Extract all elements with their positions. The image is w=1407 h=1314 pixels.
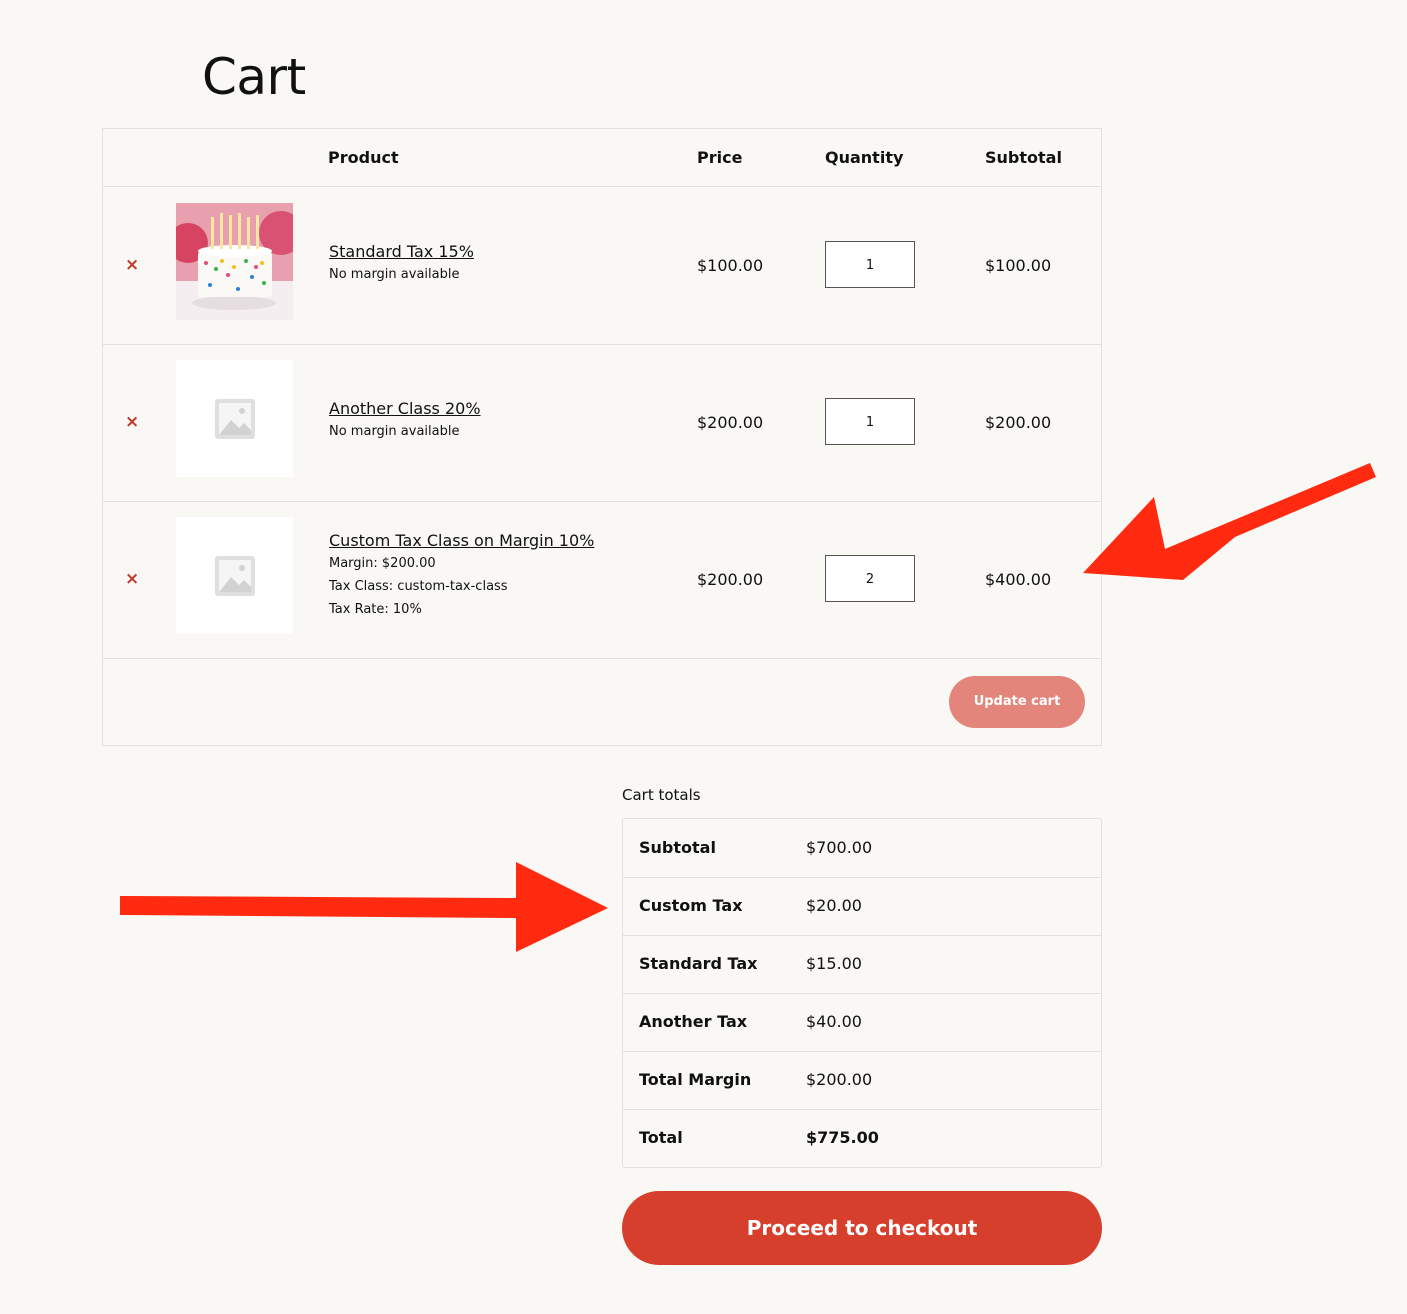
totals-label: Another Tax [639,1012,748,1031]
totals-row-total: Total $775.00 [623,1109,1101,1167]
product-info: Custom Tax Class on Margin 10% Margin: $… [329,531,594,625]
product-name-link[interactable]: Custom Tax Class on Margin 10% [329,531,594,550]
price-cell: $200.00 [697,570,764,589]
subtotal-cell: $400.00 [985,570,1052,589]
totals-label: Custom Tax [639,896,743,915]
totals-label: Subtotal [639,838,716,857]
product-meta-tax-class: Tax Class: custom-tax-class [329,579,508,594]
product-name-link[interactable]: Another Class 20% [329,399,481,418]
annotation-arrow-icon [1083,463,1376,580]
cart-totals-table: Subtotal $700.00 Custom Tax $20.00 Stand… [622,818,1102,1168]
price-cell: $200.00 [697,413,764,432]
header-price: Price [697,148,743,167]
product-meta-margin: Margin: $200.00 [329,556,436,571]
totals-row-subtotal: Subtotal $700.00 [623,819,1101,878]
placeholder-image-icon [176,517,293,634]
update-cart-button[interactable]: Update cart [949,676,1085,728]
price-cell: $100.00 [697,256,764,275]
table-row: × Custom Tax Class on Margin 10% Margin:… [103,501,1101,659]
product-thumbnail[interactable] [176,517,293,634]
totals-label: Total [639,1128,683,1147]
table-row: × Standard Tax 15% No margin available $… [103,187,1101,345]
placeholder-image-icon [176,360,293,477]
totals-row-standard-tax: Standard Tax $15.00 [623,935,1101,994]
table-row: × Another Class 20% No margin available … [103,344,1101,502]
quantity-input[interactable]: 2 [825,555,915,602]
quantity-input[interactable]: 1 [825,241,915,288]
product-thumbnail[interactable] [168,203,303,320]
remove-item-button[interactable]: × [125,412,139,432]
remove-item-button[interactable]: × [125,569,139,589]
totals-value: $40.00 [806,1012,862,1031]
subtotal-cell: $100.00 [985,256,1052,275]
totals-row-total-margin: Total Margin $200.00 [623,1051,1101,1110]
totals-value: $775.00 [806,1128,879,1147]
product-meta: No margin available [329,424,460,439]
totals-label: Standard Tax [639,954,758,973]
product-meta-tax-rate: Tax Rate: 10% [329,602,422,617]
totals-row-custom-tax: Custom Tax $20.00 [623,877,1101,936]
totals-row-another-tax: Another Tax $40.00 [623,993,1101,1052]
totals-label: Total Margin [639,1070,752,1089]
totals-value: $200.00 [806,1070,873,1089]
header-quantity: Quantity [825,148,904,167]
quantity-input[interactable]: 1 [825,398,915,445]
cart-totals-title: Cart totals [622,786,701,804]
totals-value: $20.00 [806,896,862,915]
product-name-link[interactable]: Standard Tax 15% [329,242,474,261]
header-subtotal: Subtotal [985,148,1062,167]
product-info: Another Class 20% No margin available [329,399,481,447]
totals-value: $15.00 [806,954,862,973]
product-info: Standard Tax 15% No margin available [329,242,474,290]
page-title: Cart [202,48,306,106]
product-thumbnail[interactable] [176,360,293,477]
subtotal-cell: $200.00 [985,413,1052,432]
product-meta: No margin available [329,267,460,282]
totals-value: $700.00 [806,838,873,857]
remove-item-button[interactable]: × [125,255,139,275]
birthday-cake-photo [168,203,303,320]
cart-table: Product Price Quantity Subtotal × Standa… [102,128,1102,746]
header-product: Product [328,148,399,167]
table-header: Product Price Quantity Subtotal [103,129,1101,187]
annotation-arrow-icon [120,862,608,952]
proceed-to-checkout-button[interactable]: Proceed to checkout [622,1191,1102,1265]
